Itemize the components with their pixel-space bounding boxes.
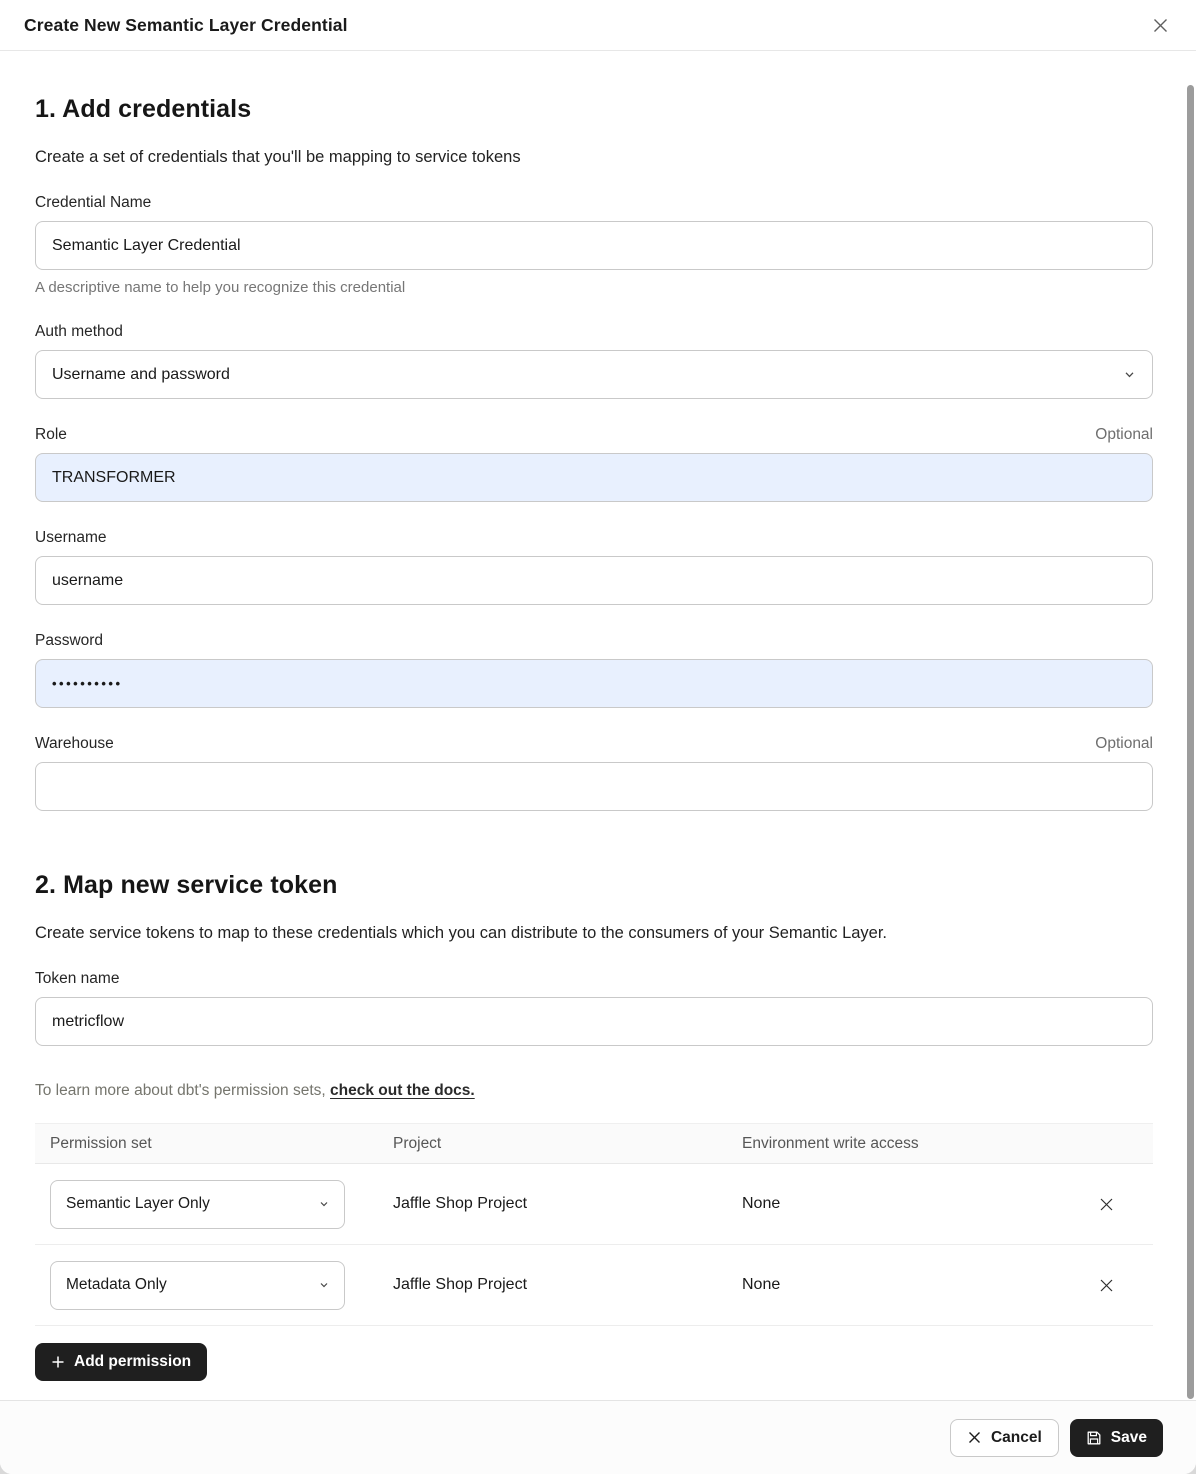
vertical-scrollbar-thumb[interactable] — [1187, 85, 1194, 1399]
column-header-project: Project — [393, 1135, 742, 1153]
section1-heading: 1. Add credentials — [35, 95, 1153, 124]
permissions-table: Permission set Project Environment write… — [35, 1123, 1153, 1326]
credential-name-label: Credential Name — [35, 194, 151, 212]
token-name-field-group: Token name — [35, 970, 1153, 1046]
table-row: Semantic Layer Only Jaffle Shop Project … — [35, 1164, 1153, 1245]
permission-set-selected-value: Metadata Only — [66, 1276, 167, 1294]
warehouse-field-group: Warehouse Optional — [35, 735, 1153, 811]
column-header-environment-write-access: Environment write access — [742, 1135, 1092, 1153]
environment-write-access-cell: None — [742, 1276, 1092, 1294]
save-label: Save — [1111, 1429, 1147, 1447]
save-button[interactable]: Save — [1070, 1419, 1163, 1457]
credential-name-field-group: Credential Name A descriptive name to he… — [35, 194, 1153, 296]
column-header-permission-set: Permission set — [50, 1135, 393, 1153]
chevron-down-icon — [1123, 368, 1136, 381]
permission-docs-line: To learn more about dbt's permission set… — [35, 1082, 1153, 1100]
close-icon — [1151, 16, 1170, 35]
modal-body: 1. Add credentials Create a set of crede… — [0, 51, 1196, 1400]
role-input[interactable] — [35, 453, 1153, 502]
permissions-table-header: Permission set Project Environment write… — [35, 1123, 1153, 1164]
table-row: Metadata Only Jaffle Shop Project None — [35, 1245, 1153, 1326]
permission-set-select[interactable]: Metadata Only — [50, 1261, 345, 1310]
permission-set-selected-value: Semantic Layer Only — [66, 1195, 210, 1213]
save-floppy-icon — [1086, 1430, 1102, 1446]
cancel-button[interactable]: Cancel — [950, 1419, 1059, 1457]
remove-permission-button[interactable] — [1092, 1190, 1120, 1218]
auth-method-label: Auth method — [35, 323, 123, 341]
credential-name-input[interactable] — [35, 221, 1153, 270]
warehouse-label: Warehouse — [35, 735, 114, 753]
auth-method-selected-value: Username and password — [52, 366, 230, 384]
add-permission-label: Add permission — [74, 1353, 191, 1371]
role-field-group: Role Optional — [35, 426, 1153, 502]
auth-method-select[interactable]: Username and password — [35, 350, 1153, 399]
project-cell: Jaffle Shop Project — [393, 1276, 742, 1294]
permission-set-select[interactable]: Semantic Layer Only — [50, 1180, 345, 1229]
credential-name-helper: A descriptive name to help you recognize… — [35, 279, 1153, 296]
remove-permission-button[interactable] — [1092, 1271, 1120, 1299]
auth-method-field-group: Auth method Username and password — [35, 323, 1153, 399]
remove-row-icon — [1098, 1196, 1115, 1213]
permission-docs-link[interactable]: check out the docs. — [330, 1082, 475, 1099]
username-input[interactable] — [35, 556, 1153, 605]
remove-row-icon — [1098, 1277, 1115, 1294]
cancel-label: Cancel — [991, 1429, 1042, 1447]
permission-docs-text: To learn more about dbt's permission set… — [35, 1082, 330, 1099]
username-label: Username — [35, 529, 107, 547]
modal-footer: Cancel Save — [0, 1400, 1196, 1474]
modal-title: Create New Semantic Layer Credential — [24, 15, 348, 36]
add-permission-button[interactable]: Add permission — [35, 1343, 207, 1381]
role-label: Role — [35, 426, 67, 444]
plus-icon — [51, 1355, 65, 1369]
create-credential-modal: Create New Semantic Layer Credential 1. … — [0, 0, 1196, 1474]
password-label: Password — [35, 632, 103, 650]
warehouse-optional-tag: Optional — [1095, 735, 1153, 753]
modal-header: Create New Semantic Layer Credential — [0, 0, 1196, 51]
token-name-input[interactable] — [35, 997, 1153, 1046]
section1-subtitle: Create a set of credentials that you'll … — [35, 148, 1153, 167]
chevron-down-icon — [318, 1198, 330, 1210]
cancel-x-icon — [967, 1430, 982, 1445]
close-button[interactable] — [1146, 11, 1174, 39]
token-name-label: Token name — [35, 970, 119, 988]
warehouse-input[interactable] — [35, 762, 1153, 811]
password-field-group: Password — [35, 632, 1153, 708]
password-input[interactable] — [35, 659, 1153, 708]
environment-write-access-cell: None — [742, 1195, 1092, 1213]
username-field-group: Username — [35, 529, 1153, 605]
role-optional-tag: Optional — [1095, 426, 1153, 444]
project-cell: Jaffle Shop Project — [393, 1195, 742, 1213]
section2-heading: 2. Map new service token — [35, 871, 1153, 900]
section2-subtitle: Create service tokens to map to these cr… — [35, 924, 1153, 943]
chevron-down-icon — [318, 1279, 330, 1291]
